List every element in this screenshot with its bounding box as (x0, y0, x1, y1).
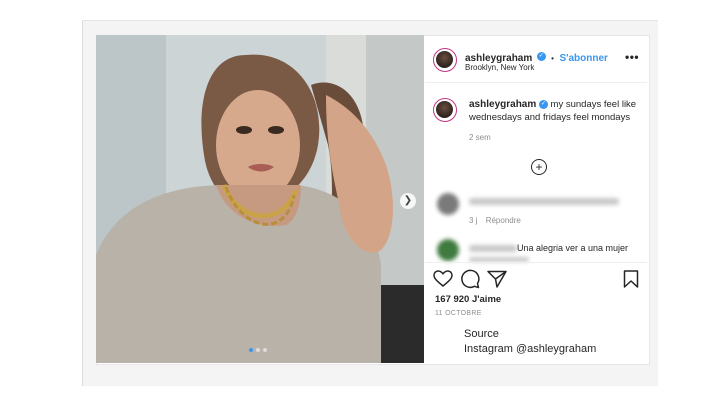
location-link[interactable]: Brooklyn, New York (465, 63, 534, 72)
heart-icon[interactable] (433, 270, 453, 288)
more-options-button[interactable]: ••• (625, 50, 639, 64)
caption-age[interactable]: 2 sem (469, 133, 491, 142)
actions-divider (425, 262, 647, 263)
comment-icon[interactable] (460, 269, 480, 289)
source-credit: Source Instagram @ashleygraham (464, 327, 596, 357)
post-photo[interactable] (96, 35, 424, 363)
share-icon[interactable] (487, 270, 507, 288)
likes-count[interactable]: 167 920 J'aime (435, 294, 501, 305)
source-handle: Instagram @ashleygraham (464, 343, 597, 355)
verified-badge-icon: ✓ (536, 52, 546, 62)
source-label: Source (464, 328, 499, 340)
frame-border (82, 20, 83, 386)
next-slide-button[interactable]: ❯ (400, 193, 416, 209)
comment-meta: 3 j Répondre (469, 216, 521, 225)
comment-text-blurred (469, 198, 619, 205)
caption-username[interactable]: ashleygraham (469, 99, 536, 110)
comment-time[interactable]: 3 j (469, 216, 477, 225)
plus-circle-icon: + (535, 160, 543, 174)
comment-avatar[interactable] (437, 239, 459, 261)
carousel-dot (256, 348, 260, 352)
comment-avatar[interactable] (437, 193, 459, 215)
comment-text: Una alegria ver a una mujer (517, 243, 629, 253)
carousel-indicator (249, 348, 267, 352)
load-more-comments-button[interactable]: + (531, 159, 547, 175)
bookmark-icon[interactable] (623, 270, 639, 288)
chevron-right-icon: ❯ (403, 195, 413, 206)
verified-badge-icon: ✓ (538, 99, 548, 109)
carousel-dot (263, 348, 267, 352)
post-photo-image (96, 35, 424, 363)
caption-avatar[interactable] (433, 98, 457, 122)
separator-dot: • (551, 54, 554, 63)
avatar[interactable] (433, 48, 457, 72)
header-divider (425, 82, 647, 83)
frame-border-top (82, 20, 658, 21)
reply-button[interactable]: Répondre (486, 216, 521, 225)
caption: ashleygraham ✓ my sundays feel like wedn… (469, 98, 641, 124)
follow-button[interactable]: S'abonner (559, 53, 608, 64)
post-date: 11 OCTOBRE (435, 310, 482, 317)
post-side-panel: ashleygraham ✓ • S'abonner Brooklyn, New… (425, 36, 647, 362)
comment-username-blurred (469, 245, 517, 252)
carousel-dot (249, 348, 253, 352)
